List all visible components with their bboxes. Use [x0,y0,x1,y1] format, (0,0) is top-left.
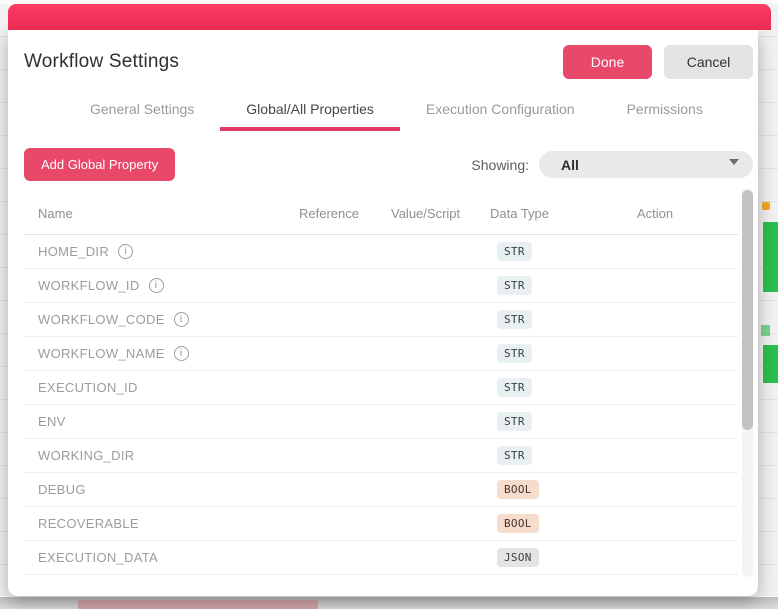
property-name-cell: DEBUG [38,482,299,497]
data-type-badge: JSON [497,548,539,567]
dialog-title: Workflow Settings [24,51,563,73]
column-header-data-type: Data Type [490,206,637,221]
cancel-button[interactable]: Cancel [664,45,753,79]
chevron-down-icon [729,159,739,165]
data-type-cell: STR [490,310,637,329]
dialog-header: Workflow Settings Done Cancel [8,30,758,79]
property-name: EXECUTION_ID [38,380,138,395]
table-row: WORKFLOW_CODE i STR [24,303,738,337]
data-type-cell: BOOL [490,514,637,533]
column-header-reference: Reference [299,206,391,221]
data-type-badge: STR [497,378,532,397]
data-type-cell: STR [490,378,637,397]
done-button[interactable]: Done [563,45,652,79]
properties-table: Name Reference Value/Script Data Type Ac… [24,193,738,575]
table-row: EXECUTION_DATA JSON [24,541,738,575]
data-type-cell: STR [490,242,637,261]
property-name: WORKFLOW_ID [38,278,140,293]
background-green-bar [763,222,778,292]
property-name: WORKING_DIR [38,448,134,463]
info-icon[interactable]: i [174,312,189,327]
column-header-action: Action [637,206,738,221]
tab-bar: General Settings Global/All Properties E… [8,101,758,131]
background-dimmed-button [78,600,318,609]
background-yellow-marker [762,202,770,210]
property-name: EXECUTION_DATA [38,550,158,565]
property-name-cell: WORKFLOW_CODE i [38,312,299,327]
data-type-cell: STR [490,446,637,465]
data-type-cell: STR [490,276,637,295]
property-name-cell: ENV [38,414,299,429]
data-type-cell: JSON [490,548,637,567]
data-type-badge: STR [497,344,532,363]
tab-item[interactable]: Permissions [601,101,729,131]
table-row: RECOVERABLE BOOL [24,507,738,541]
table-row: WORKFLOW_NAME i STR [24,337,738,371]
background-left-strip [0,4,8,596]
table-row: WORKING_DIR STR [24,439,738,473]
tab-label: Execution Configuration [426,101,575,117]
showing-label: Showing: [471,157,529,173]
data-type-cell: STR [490,412,637,431]
property-name-cell: EXECUTION_DATA [38,550,299,565]
data-type-badge: BOOL [497,480,539,499]
filter-group: Showing: All [471,151,753,178]
table-row: ENV STR [24,405,738,439]
tab-label: General Settings [90,101,194,117]
property-name-cell: EXECUTION_ID [38,380,299,395]
data-type-badge: STR [497,412,532,431]
property-name-cell: WORKFLOW_ID i [38,278,299,293]
table-header-row: Name Reference Value/Script Data Type Ac… [24,193,738,235]
table-row: DEBUG BOOL [24,473,738,507]
property-name: RECOVERABLE [38,516,139,531]
data-type-cell: BOOL [490,480,637,499]
property-name-cell: WORKING_DIR [38,448,299,463]
property-name-cell: HOME_DIR i [38,244,299,259]
scrollbar-thumb[interactable] [742,190,753,430]
data-type-badge: BOOL [497,514,539,533]
property-name: ENV [38,414,66,429]
background-green-bar [763,345,778,383]
property-name: HOME_DIR [38,244,109,259]
table-scrollbar[interactable] [742,188,753,577]
column-header-name: Name [38,206,299,221]
tab-item[interactable]: Global/All Properties [220,101,400,131]
column-header-value-script: Value/Script [391,206,490,221]
data-type-badge: STR [497,242,532,261]
filter-selected-value: All [561,157,579,173]
background-green-mark [761,325,770,336]
info-icon[interactable]: i [174,346,189,361]
background-right-strip [758,4,778,596]
data-type-cell: STR [490,344,637,363]
data-type-badge: STR [497,446,532,465]
data-type-badge: STR [497,310,532,329]
property-name: WORKFLOW_CODE [38,312,165,327]
property-name: DEBUG [38,482,86,497]
property-name-cell: WORKFLOW_NAME i [38,346,299,361]
modal-top-accent-bar [8,4,771,30]
tab-item[interactable]: Execution Configuration [400,101,601,131]
showing-filter-select[interactable]: All [539,151,753,178]
property-name: WORKFLOW_NAME [38,346,165,361]
table-row: WORKFLOW_ID i STR [24,269,738,303]
toolbar: Add Global Property Showing: All [8,148,758,181]
tab-item[interactable]: General Settings [64,101,220,131]
tab-label: Permissions [627,101,703,117]
workflow-settings-dialog: Workflow Settings Done Cancel General Se… [8,30,758,596]
property-name-cell: RECOVERABLE [38,516,299,531]
info-icon[interactable]: i [118,244,133,259]
info-icon[interactable]: i [149,278,164,293]
add-global-property-button[interactable]: Add Global Property [24,148,175,181]
data-type-badge: STR [497,276,532,295]
table-row: HOME_DIR i STR [24,235,738,269]
table-row: EXECUTION_ID STR [24,371,738,405]
tab-label: Global/All Properties [246,101,374,117]
